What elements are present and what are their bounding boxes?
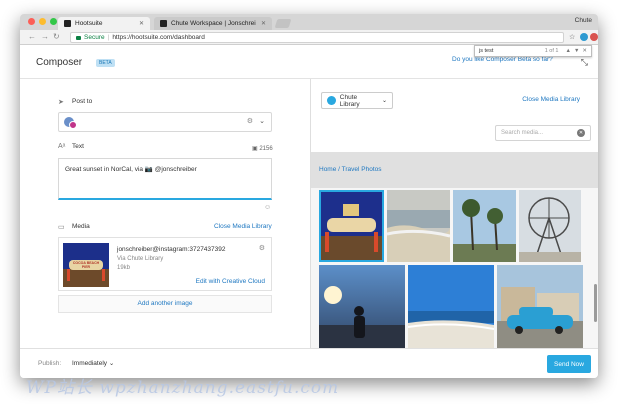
media-label: Media bbox=[72, 223, 90, 230]
library-select-label: Chute Library bbox=[339, 93, 360, 108]
extension-icon[interactable] bbox=[590, 33, 598, 41]
browser-tab-bar: Hootsuite ✕ Chute Workspace | Jonschrei … bbox=[20, 14, 598, 30]
breadcrumb-bar: Home / Travel Photos bbox=[311, 152, 598, 188]
window-controls bbox=[28, 18, 57, 25]
browser-profile-name[interactable]: Chute bbox=[575, 17, 592, 24]
photo-tile-child-sunset[interactable] bbox=[319, 265, 405, 348]
maximize-window-button[interactable] bbox=[50, 18, 57, 25]
find-bar: js test 1 of 1 ▲ ▼ ✕ bbox=[474, 45, 592, 57]
tab-hootsuite[interactable]: Hootsuite ✕ bbox=[58, 17, 150, 30]
counter-icon: ▣ bbox=[252, 146, 258, 152]
composer-form: ➤ Post to ⚙ ⌄ Aᵃ Text ▣ 2156 Great sunse… bbox=[20, 79, 310, 348]
close-tab-icon[interactable]: ✕ bbox=[139, 20, 144, 27]
forward-icon[interactable]: → bbox=[41, 32, 49, 41]
image-icon: ▭ bbox=[58, 224, 65, 231]
message-textarea[interactable]: Great sunset in NorCal, via 📷 @jonschrei… bbox=[58, 158, 272, 200]
collapse-icon[interactable]: ⤡ bbox=[581, 57, 588, 68]
chevron-down-icon: ⌄ bbox=[381, 98, 387, 104]
find-close-icon[interactable]: ✕ bbox=[582, 48, 587, 54]
search-placeholder: Search media... bbox=[501, 130, 544, 136]
photo-tile-vintage-car[interactable] bbox=[497, 265, 583, 348]
post-to-label: Post to bbox=[72, 98, 93, 105]
find-prev-icon[interactable]: ▲ bbox=[565, 48, 570, 54]
publish-label: Publish: bbox=[38, 360, 62, 367]
close-media-library-link[interactable]: Close Media Library bbox=[522, 96, 580, 103]
media-thumbnail: COCOA BEACH PIER bbox=[63, 243, 109, 287]
media-section: ▭ Media bbox=[58, 223, 90, 231]
text-format-icon: Aᵃ bbox=[58, 143, 66, 150]
thumbnail-sign-text: COCOA BEACH PIER bbox=[72, 261, 100, 269]
library-selector[interactable]: Chute Library ⌄ bbox=[321, 92, 393, 109]
composer-title: Composer bbox=[36, 57, 83, 68]
photo-tile-palm-trees[interactable] bbox=[453, 190, 516, 262]
media-library-header: Chute Library ⌄ Close Media Library Sear… bbox=[311, 79, 598, 152]
attached-media-card: COCOA BEACH PIER jonschreiber@instagram:… bbox=[58, 237, 272, 291]
find-input[interactable]: js test bbox=[479, 48, 493, 54]
text-label: Text bbox=[72, 143, 84, 150]
photo-tile-beach-waves[interactable] bbox=[387, 190, 450, 262]
media-handle: jonschreiber@instagram:3727437392 bbox=[117, 246, 226, 253]
gear-icon[interactable]: ⚙ bbox=[247, 117, 253, 125]
hootsuite-favicon-icon bbox=[64, 20, 71, 27]
emoji-icon[interactable]: ☺ bbox=[264, 204, 271, 211]
find-next-icon[interactable]: ▼ bbox=[574, 48, 579, 54]
media-scrollbar[interactable] bbox=[594, 284, 597, 322]
gear-icon[interactable]: ⚙ bbox=[259, 244, 265, 252]
browser-window: Hootsuite ✕ Chute Workspace | Jonschrei … bbox=[20, 14, 598, 378]
back-icon[interactable]: ← bbox=[28, 32, 36, 41]
chevron-down-icon[interactable]: ⌄ bbox=[259, 117, 265, 125]
secure-label: Secure bbox=[84, 34, 105, 41]
clear-search-icon[interactable]: ✕ bbox=[577, 129, 585, 137]
chevron-down-icon: ⌄ bbox=[108, 360, 115, 367]
close-window-button[interactable] bbox=[28, 18, 35, 25]
media-size: 19kb bbox=[117, 265, 131, 271]
post-to-section: ➤ Post to bbox=[58, 98, 93, 106]
media-source: Via Chute Library bbox=[117, 256, 164, 262]
photo-tile-blue-beach[interactable] bbox=[408, 265, 494, 348]
photo-tile-cocoa-beach-pier[interactable] bbox=[319, 190, 384, 262]
beta-badge: BETA bbox=[96, 59, 115, 67]
tab-chute-workspace[interactable]: Chute Workspace | Jonschrei ✕ bbox=[154, 17, 272, 30]
avatar bbox=[64, 117, 77, 129]
address-bar: ← → ↻ Secure | https://hootsuite.com/das… bbox=[20, 30, 598, 45]
find-count: 1 of 1 bbox=[544, 48, 559, 54]
feedback-link[interactable]: Do you like Composer Beta so far? bbox=[452, 56, 553, 63]
cloud-icon bbox=[327, 96, 336, 105]
lock-icon bbox=[76, 35, 81, 40]
tab-label: Chute Workspace | Jonschrei bbox=[171, 20, 256, 27]
publish-timing-value: Immediately bbox=[72, 360, 108, 367]
url-field[interactable]: Secure | https://hootsuite.com/dashboard bbox=[70, 32, 564, 43]
send-icon: ➤ bbox=[58, 99, 64, 106]
url-text: https://hootsuite.com/dashboard bbox=[112, 34, 205, 41]
photo-grid bbox=[319, 190, 589, 348]
send-now-button[interactable]: Send Now bbox=[547, 355, 591, 373]
close-media-library-link[interactable]: Close Media Library bbox=[214, 223, 272, 230]
edit-creative-cloud-link[interactable]: Edit with Creative Cloud bbox=[196, 278, 265, 285]
close-tab-icon[interactable]: ✕ bbox=[261, 20, 266, 27]
minimize-window-button[interactable] bbox=[39, 18, 46, 25]
tab-label: Hootsuite bbox=[75, 20, 103, 27]
text-section: Aᵃ Text bbox=[58, 143, 84, 150]
publish-timing-dropdown[interactable]: Immediately ⌄ bbox=[72, 359, 114, 367]
new-tab-button[interactable] bbox=[274, 19, 292, 28]
watermark-text: WP站长 wpzhanzhang.eastfu.com bbox=[26, 378, 340, 398]
photo-tile-ferris-wheel[interactable] bbox=[519, 190, 581, 262]
add-another-image-button[interactable]: Add another image bbox=[58, 295, 272, 313]
character-count: ▣ 2156 bbox=[252, 146, 273, 152]
breadcrumb[interactable]: Home / Travel Photos bbox=[319, 166, 382, 173]
profile-selector[interactable]: ⚙ ⌄ bbox=[58, 112, 272, 132]
media-library-panel: Chute Library ⌄ Close Media Library Sear… bbox=[310, 79, 598, 348]
extension-icon[interactable] bbox=[580, 33, 588, 41]
search-media-input[interactable]: Search media... ✕ bbox=[495, 125, 591, 141]
chute-favicon-icon bbox=[160, 20, 167, 27]
reload-icon[interactable]: ↻ bbox=[53, 32, 60, 41]
